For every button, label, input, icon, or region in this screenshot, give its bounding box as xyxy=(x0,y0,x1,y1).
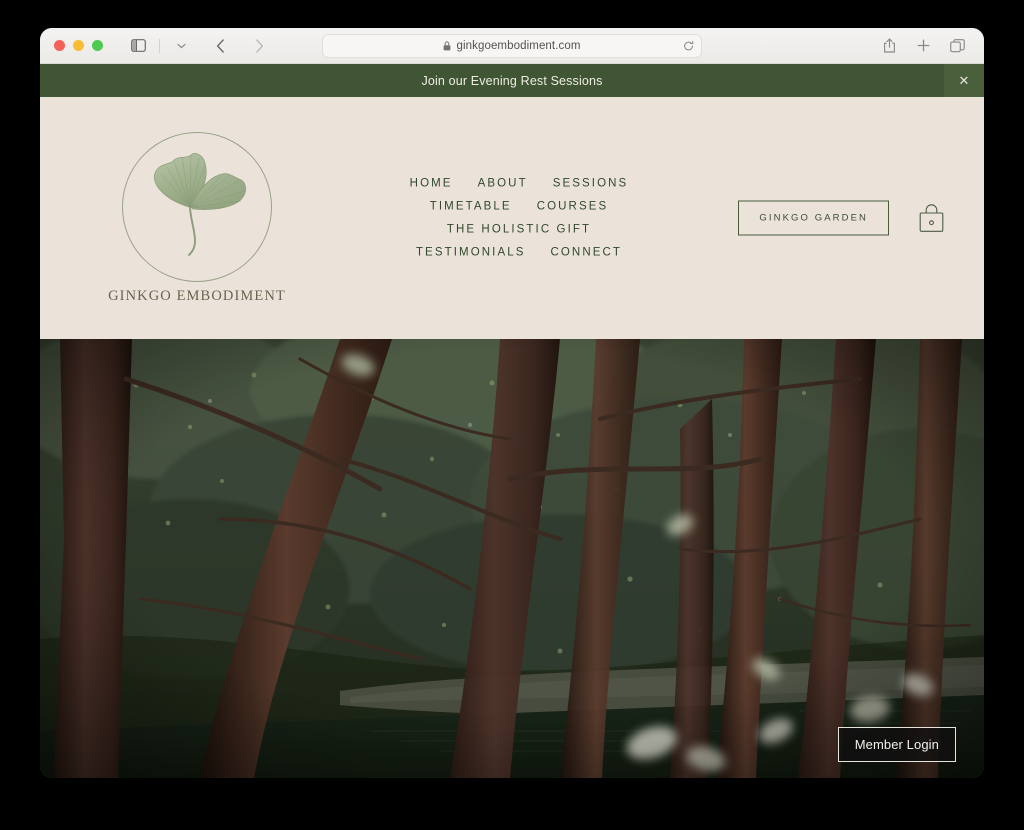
brand-wordmark: GINKGO EMBODIMENT xyxy=(108,287,286,304)
nav-item-timetable[interactable]: TIMETABLE xyxy=(430,201,512,213)
shopping-bag-icon[interactable] xyxy=(919,204,944,233)
close-banner-button[interactable]: ✕ xyxy=(944,64,984,97)
nav-item-holistic-gift[interactable]: THE HOLISTIC GIFT xyxy=(447,224,591,236)
nav-row-3: THE HOLISTIC GIFT xyxy=(312,224,726,236)
share-icon[interactable] xyxy=(876,34,902,58)
hero-section: Member Login xyxy=(40,339,984,778)
browser-window: ginkgoembodiment.com Join our Evening Re… xyxy=(40,28,984,778)
nav-item-testimonials[interactable]: TESTIMONIALS xyxy=(416,247,526,259)
nav-item-sessions[interactable]: SESSIONS xyxy=(553,178,629,190)
nav-item-courses[interactable]: COURSES xyxy=(537,201,609,213)
navigation-controls xyxy=(125,34,272,58)
nav-item-about[interactable]: ABOUT xyxy=(478,178,528,190)
minimize-window-button[interactable] xyxy=(73,40,84,51)
tab-overview-icon[interactable] xyxy=(944,34,970,58)
nav-item-connect[interactable]: CONNECT xyxy=(550,247,622,259)
nav-row-2: TIMETABLE COURSES xyxy=(312,201,726,213)
url-text: ginkgoembodiment.com xyxy=(456,40,581,52)
announcement-text: Join our Evening Rest Sessions xyxy=(421,73,603,88)
chevron-down-icon[interactable] xyxy=(168,34,194,58)
forward-arrow-icon[interactable] xyxy=(246,34,272,58)
nav-row-4: TESTIMONIALS CONNECT xyxy=(312,247,726,259)
site-header: GINKGO EMBODIMENT HOME ABOUT SESSIONS TI… xyxy=(40,97,984,339)
back-arrow-icon[interactable] xyxy=(207,34,233,58)
address-bar[interactable]: ginkgoembodiment.com xyxy=(322,34,702,58)
ginkgo-leaf-logo xyxy=(122,131,272,282)
lock-icon xyxy=(443,41,451,51)
plus-icon[interactable] xyxy=(910,34,936,58)
window-controls xyxy=(54,40,103,51)
ginkgo-garden-button[interactable]: GINKGO GARDEN xyxy=(738,200,889,236)
primary-navigation: HOME ABOUT SESSIONS TIMETABLE COURSES TH… xyxy=(312,178,726,259)
nav-item-home[interactable]: HOME xyxy=(410,178,453,190)
brand-lockup[interactable]: GINKGO EMBODIMENT xyxy=(102,97,292,339)
reload-icon[interactable] xyxy=(683,40,694,52)
announcement-banner: Join our Evening Rest Sessions ✕ xyxy=(40,64,984,97)
header-actions: GINKGO GARDEN xyxy=(738,200,944,236)
close-window-button[interactable] xyxy=(54,40,65,51)
nav-row-1: HOME ABOUT SESSIONS xyxy=(312,178,726,190)
desktop-background: ginkgoembodiment.com Join our Evening Re… xyxy=(0,0,1024,830)
hero-forest-image xyxy=(40,339,984,778)
toolbar-right-actions xyxy=(876,34,970,58)
toolbar-divider xyxy=(159,38,160,53)
browser-toolbar: ginkgoembodiment.com xyxy=(40,28,984,64)
member-login-button[interactable]: Member Login xyxy=(837,727,956,762)
sidebar-toggle-icon[interactable] xyxy=(125,34,151,58)
maximize-window-button[interactable] xyxy=(92,40,103,51)
